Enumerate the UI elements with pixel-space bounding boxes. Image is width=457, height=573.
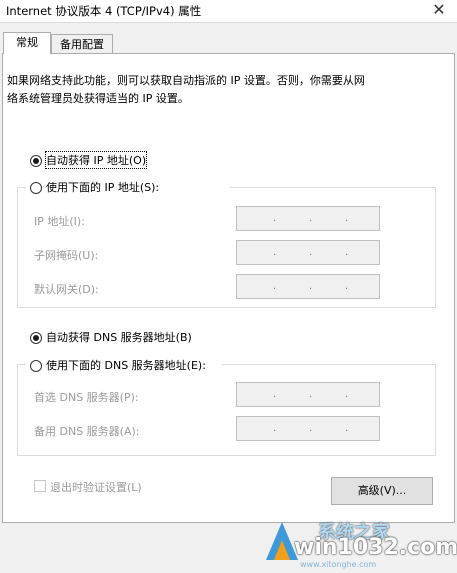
validate-on-exit-checkbox[interactable] [34, 480, 46, 492]
default-gateway-field[interactable]: ... [236, 274, 380, 299]
ip-manual-label[interactable]: 使用下面的 IP 地址(S): [46, 179, 159, 195]
ip-auto-label[interactable]: 自动获得 IP 地址(O) [44, 151, 148, 169]
tab-general-label: 常规 [16, 36, 38, 49]
default-gateway-label: 默认网关(D): [34, 283, 99, 296]
alternate-dns-label: 备用 DNS 服务器(A): [34, 425, 140, 438]
subnet-mask-label: 子网掩码(U): [34, 249, 99, 262]
tab-general[interactable]: 常规 [3, 32, 51, 54]
ip-address-label: IP 地址(I): [34, 215, 85, 228]
tab-alternate-config[interactable]: 备用配置 [51, 34, 113, 54]
watermark-text: win1032.com [294, 535, 457, 560]
close-icon[interactable]: ✕ [425, 0, 453, 22]
ip-auto-radio[interactable] [30, 155, 42, 167]
tab-alternate-config-label: 备用配置 [60, 38, 104, 51]
advanced-button-label: 高级(V)... [357, 484, 407, 497]
dns-manual-radio[interactable] [30, 360, 42, 372]
dns-auto-radio[interactable] [30, 332, 42, 344]
subnet-mask-field[interactable]: ... [236, 240, 380, 265]
description-text: 如果网络支持此功能，则可以获取自动指派的 IP 设置。否则，你需要从网 络系统管… [7, 74, 365, 105]
advanced-button[interactable]: 高级(V)... [331, 477, 433, 505]
ip-address-field[interactable]: ... [236, 206, 380, 231]
preferred-dns-field[interactable]: ... [236, 382, 380, 407]
validate-on-exit-label[interactable]: 退出时验证设置(L) [50, 479, 142, 495]
dns-manual-group [17, 364, 436, 456]
preferred-dns-label: 首选 DNS 服务器(P): [34, 391, 139, 404]
watermark-url: www.xitonghe.com [300, 560, 377, 569]
ip-manual-radio[interactable] [30, 182, 42, 194]
window-title: Internet 协议版本 4 (TCP/IPv4) 属性 [6, 4, 202, 18]
dns-manual-label[interactable]: 使用下面的 DNS 服务器地址(E): [46, 357, 206, 373]
alternate-dns-field[interactable]: ... [236, 416, 380, 441]
dns-auto-label[interactable]: 自动获得 DNS 服务器地址(B) [46, 329, 192, 345]
